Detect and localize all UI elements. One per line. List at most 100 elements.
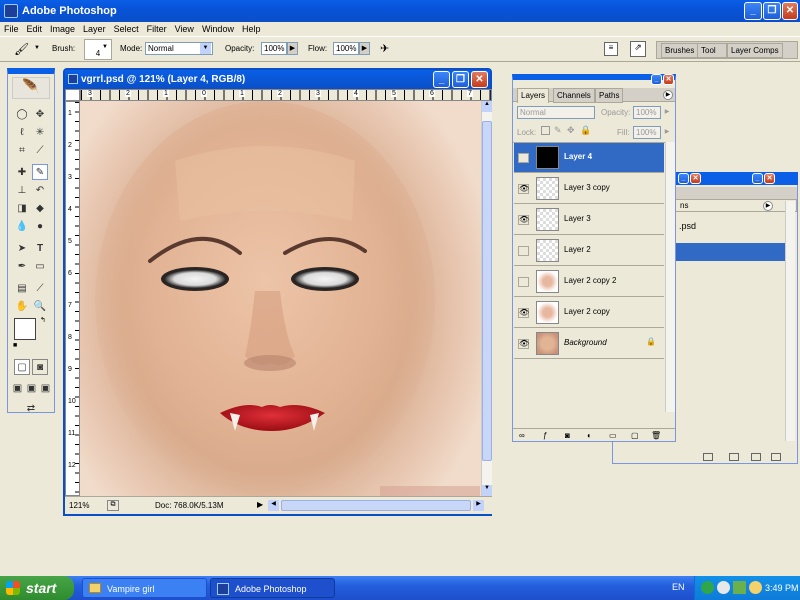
airbrush-icon[interactable]: ✈ <box>380 42 396 56</box>
eye-icon[interactable]: 👁 <box>518 308 529 318</box>
secondary-page-icon[interactable] <box>751 453 761 461</box>
layer-row[interactable]: Layer 4 <box>514 143 664 173</box>
path-selection-tool-icon[interactable]: ➤ <box>14 240 30 256</box>
layer-opacity-field[interactable]: 100% <box>633 106 661 119</box>
tab-paths[interactable]: Paths <box>595 88 624 103</box>
tab-layer-comps[interactable]: Layer Comps <box>727 43 783 58</box>
fill-field[interactable]: 100% <box>633 126 661 139</box>
lock-image-icon[interactable]: ✎ <box>554 125 562 136</box>
layer-name[interactable]: Layer 2 <box>564 245 591 254</box>
screen-mode-full-menu-icon[interactable]: ▣ <box>25 380 38 396</box>
middle-palette-close-2-button[interactable]: ✕ <box>764 173 775 184</box>
layer-name[interactable]: Background <box>564 338 607 347</box>
middle-palette-minimize-button[interactable]: _ <box>678 173 689 184</box>
layer-row[interactable]: 👁 Layer 2 copy <box>514 298 664 328</box>
dodge-tool-icon[interactable]: ● <box>32 218 48 234</box>
scroll-right-icon[interactable]: ▶ <box>473 500 484 511</box>
layers-menu-icon[interactable]: ▶ <box>663 90 673 100</box>
lasso-tool-icon[interactable]: ℓ <box>14 124 30 140</box>
secondary-trash-icon[interactable] <box>771 453 781 461</box>
status-menu-arrow-icon[interactable]: ▶ <box>257 500 263 509</box>
pen-tool-icon[interactable]: ✒ <box>14 258 30 274</box>
doc-close-button[interactable]: ✕ <box>471 71 488 88</box>
opacity-field[interactable]: 100% <box>261 42 287 55</box>
paint-bucket-tool-icon[interactable]: ◆ <box>32 200 48 216</box>
taskbar-item-photoshop[interactable]: Adobe Photoshop <box>210 578 335 598</box>
menu-filter[interactable]: Filter <box>143 24 171 34</box>
middle-palette-close-button[interactable]: ✕ <box>690 173 701 184</box>
layer-style-icon[interactable]: ƒ <box>543 431 547 440</box>
layer-opacity-arrow-icon[interactable]: ▶ <box>662 106 672 119</box>
slice-tool-icon[interactable]: ⟋ <box>32 142 48 158</box>
flow-field[interactable]: 100% <box>333 42 359 55</box>
secondary-camera-icon[interactable] <box>729 453 739 461</box>
clock[interactable]: 3:49 PM <box>765 576 799 600</box>
layer-row[interactable]: 👁 Background 🔒 <box>514 329 664 359</box>
layer-row[interactable]: Layer 2 copy 2 <box>514 267 664 297</box>
fill-arrow-icon[interactable]: ▶ <box>662 126 672 139</box>
scroll-up-icon[interactable]: ▲ <box>482 101 492 112</box>
move-tool-icon[interactable]: ✥ <box>32 106 48 122</box>
maximize-button[interactable]: ❐ <box>763 2 781 20</box>
notes-tool-icon[interactable]: ▤ <box>14 280 30 296</box>
tray-icon-2[interactable] <box>717 581 730 594</box>
clone-stamp-tool-icon[interactable]: ⊥ <box>14 182 30 198</box>
close-button[interactable]: ✕ <box>782 2 798 20</box>
eye-icon[interactable]: 👁 <box>518 339 529 349</box>
blend-mode-select[interactable]: Normal <box>517 106 595 119</box>
secondary-palette-menu-icon[interactable]: ▶ <box>763 201 773 211</box>
zoom-tool-icon[interactable]: 🔍 <box>32 298 48 314</box>
magic-wand-tool-icon[interactable]: ✳ <box>32 124 48 140</box>
minimize-button[interactable]: _ <box>744 2 762 20</box>
tab-tool-presets[interactable]: Tool Pr <box>697 43 727 58</box>
taskbar-item-vampire-girl[interactable]: Vampire girl <box>82 578 207 598</box>
marquee-tool-icon[interactable]: ◯ <box>14 106 30 122</box>
menu-view[interactable]: View <box>171 24 198 34</box>
middle-palette-minimize-2-button[interactable]: _ <box>752 173 763 184</box>
layer-row[interactable]: 👁 Layer 3 copy <box>514 174 664 204</box>
jump-to-imageready-icon[interactable]: ⇄ <box>14 400 48 416</box>
menu-edit[interactable]: Edit <box>23 24 47 34</box>
secondary-new-icon[interactable] <box>703 453 713 461</box>
delete-layer-icon[interactable]: 🗑 <box>651 431 661 440</box>
secondary-scrollbar[interactable] <box>785 201 795 441</box>
eyedropper-tool-icon[interactable]: ⟋ <box>32 280 48 296</box>
visibility-toggle[interactable] <box>518 277 529 287</box>
default-colors-icon[interactable]: ■ <box>13 342 17 349</box>
brush-tool-icon[interactable]: ✎ <box>32 164 48 180</box>
doc-minimize-button[interactable]: _ <box>433 71 450 88</box>
palette-well-icon[interactable]: ≡ <box>604 42 618 56</box>
history-brush-tool-icon[interactable]: ↶ <box>32 182 48 198</box>
layers-scrollbar[interactable] <box>665 142 675 412</box>
menu-select[interactable]: Select <box>110 24 143 34</box>
link-layers-icon[interactable]: ∞ <box>519 431 525 440</box>
visibility-toggle[interactable] <box>518 153 529 163</box>
mode-dropdown-icon[interactable]: ▼ <box>200 43 211 54</box>
crop-tool-icon[interactable]: ⌗ <box>14 142 30 158</box>
brush-picker-arrow-icon[interactable]: ▼ <box>102 44 108 50</box>
layer-row[interactable]: Layer 2 <box>514 236 664 266</box>
hand-tool-icon[interactable]: ✋ <box>14 298 30 314</box>
tray-icon-4[interactable] <box>749 581 762 594</box>
blur-tool-icon[interactable]: 💧 <box>14 218 30 234</box>
eye-icon[interactable]: 👁 <box>518 215 529 225</box>
ruler-origin[interactable] <box>65 89 80 101</box>
scroll-down-icon[interactable]: ▼ <box>482 485 492 496</box>
layer-name[interactable]: Layer 2 copy <box>564 307 610 316</box>
secondary-selected-row[interactable] <box>675 243 795 261</box>
visibility-toggle[interactable] <box>518 246 529 256</box>
screen-mode-standard-icon[interactable]: ▣ <box>11 380 24 396</box>
layer-row[interactable]: 👁 Layer 3 <box>514 205 664 235</box>
menu-window[interactable]: Window <box>198 24 238 34</box>
scroll-thumb[interactable] <box>482 121 492 461</box>
language-indicator[interactable]: EN <box>672 582 685 592</box>
status-icon[interactable]: ⧉ <box>107 500 119 511</box>
start-button[interactable]: start <box>0 576 74 600</box>
secondary-palette-tab[interactable]: ns <box>675 199 797 212</box>
tab-layers[interactable]: Layers <box>517 88 550 103</box>
shape-tool-icon[interactable]: ▭ <box>32 258 48 274</box>
tray-icon-1[interactable] <box>701 581 714 594</box>
layer-name[interactable]: Layer 3 copy <box>564 183 610 192</box>
opacity-slider-arrow-icon[interactable]: ▶ <box>287 42 298 55</box>
tray-icon-3[interactable] <box>733 581 746 594</box>
